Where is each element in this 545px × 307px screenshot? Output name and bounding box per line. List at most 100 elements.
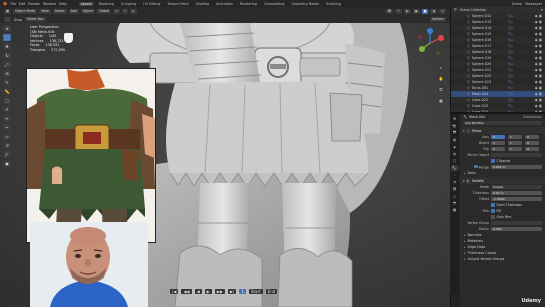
fill-checkbox[interactable] <box>491 209 495 213</box>
shear-tool-icon[interactable]: ▱ <box>3 133 11 140</box>
workspace-tab-shading[interactable]: Shading <box>194 2 211 6</box>
jump-keyframe-back-button[interactable]: ◀◀ <box>181 289 192 294</box>
knife-tool-icon[interactable]: ✂ <box>3 124 11 131</box>
overlay-toggle-icon[interactable]: ◐ <box>403 9 411 14</box>
mirror-modifier-header[interactable]: ▾ ◫ Mirror <box>460 127 545 134</box>
physics-tab-icon[interactable]: ◔ <box>451 179 458 185</box>
vertex-group-field[interactable] <box>491 220 542 226</box>
menu-file[interactable]: File <box>10 2 16 6</box>
offset-field[interactable]: -1.0000 <box>491 196 542 202</box>
eye-visibility-icon[interactable]: ◉ ▣ <box>535 26 542 30</box>
properties-editor[interactable]: 🔧 Mesh.004 Subdivision Add Modifier ▾ ◫ … <box>460 114 545 307</box>
shading-solid-icon[interactable]: ● <box>421 9 429 14</box>
move-tool-icon[interactable]: ✥ <box>3 43 11 50</box>
material-tab-icon[interactable]: ◓ <box>451 200 458 206</box>
mirror-modifier-name[interactable]: Mirror <box>472 129 482 133</box>
merge-checkbox[interactable] <box>474 164 478 169</box>
outliner-object-name[interactable]: Sphere.016 <box>472 38 506 42</box>
current-frame-field[interactable]: 1 <box>239 289 246 294</box>
flip-z-toggle[interactable]: Z <box>525 146 539 152</box>
eye-visibility-icon[interactable]: ◉ ▣ <box>535 68 542 72</box>
3d-viewport[interactable]: User Perspective (38) Mesh.004 Objects 1… <box>0 23 450 307</box>
modifier-indicator-icon[interactable]: ▽◇ <box>508 50 513 54</box>
menu-edit[interactable]: Edit <box>19 2 25 6</box>
play-button[interactable]: ▶ <box>204 289 212 294</box>
start-frame-field[interactable]: Start <box>248 289 263 294</box>
modifier-indicator-icon[interactable]: ▽◇ <box>508 26 513 30</box>
eye-visibility-icon[interactable]: ◉ ▣ <box>535 80 542 84</box>
outliner-type-icon[interactable]: ☰ <box>454 8 457 12</box>
add-cube-tool-icon[interactable]: ◻ <box>3 97 11 104</box>
thickness-field[interactable]: 0.02 m <box>491 190 542 196</box>
eye-visibility-icon[interactable]: ◉ ▣ <box>535 86 542 90</box>
pan-hand-icon[interactable]: ✋ <box>437 74 445 82</box>
texture-tab-icon[interactable]: ▩ <box>451 207 458 213</box>
jump-end-button[interactable]: ▶| <box>227 289 237 294</box>
output-vertex-groups-subpanel[interactable]: ▸ Output Vertex Groups <box>460 256 545 262</box>
object-tab-icon[interactable]: ▢ <box>451 158 458 164</box>
bevel-tool-icon[interactable]: ◸ <box>3 151 11 158</box>
chevron-right-icon[interactable]: ▸ <box>464 171 466 175</box>
world-tab-icon[interactable]: ◍ <box>451 151 458 157</box>
even-thickness-checkbox[interactable] <box>491 203 495 207</box>
modifier-indicator-icon[interactable]: ▽◇ <box>508 56 513 60</box>
modifier-tab-icon[interactable]: 🔧 <box>451 165 458 171</box>
xray-toggle-icon[interactable]: ▣ <box>412 9 420 14</box>
eye-visibility-icon[interactable]: ◉ ▣ <box>535 50 542 54</box>
spin-tool-icon[interactable]: ↺ <box>3 142 11 149</box>
chevron-right-icon[interactable]: ▸ <box>464 245 466 249</box>
modifier-indicator-icon[interactable]: ▽◇ <box>508 68 513 72</box>
shading-rendered-icon[interactable]: ○ <box>439 9 446 14</box>
menu-help[interactable]: Help <box>59 2 67 6</box>
view-layer-tab-icon[interactable]: ▤ <box>451 137 458 143</box>
outliner[interactable]: ☰ Scene Collection ⏷ ▽ Sphere.012 ▽◇ ◉ ▣ ▽ Sp… <box>451 7 545 112</box>
outliner-object-name[interactable]: Sphere.019 <box>472 56 506 60</box>
shading-material-icon[interactable]: ◑ <box>430 9 438 14</box>
solidify-modifier-name[interactable]: Solidify <box>472 179 484 183</box>
chevron-down-icon[interactable]: ▾ <box>463 179 465 183</box>
merge-distance-field[interactable]: 0.001 m <box>491 164 542 170</box>
bisect-x-toggle[interactable]: X <box>491 140 505 146</box>
outliner-object-name[interactable]: Sphere.015 <box>472 32 506 36</box>
outliner-object-name[interactable]: Sphere.023 <box>472 80 506 84</box>
workspace-tab-texture-paint[interactable]: Texture Paint <box>165 2 190 6</box>
modifier-indicator-icon[interactable]: ▽◇ <box>508 32 513 36</box>
mode-dropdown[interactable]: Simple <box>491 184 542 190</box>
workspace-tab-modeling[interactable]: Modeling <box>97 2 116 6</box>
filter-icon[interactable]: ⏷ <box>540 8 545 12</box>
outliner-object-name[interactable]: Sphere.018 <box>472 50 506 54</box>
chevron-right-icon[interactable]: ▸ <box>464 239 466 243</box>
particles-tab-icon[interactable]: ∴ <box>451 172 458 178</box>
inset-tool-icon[interactable]: ▣ <box>3 160 11 167</box>
blender-logo-icon[interactable]: ◉ <box>3 1 7 7</box>
eye-visibility-icon[interactable]: ◉ ▣ <box>535 44 542 48</box>
menu-render[interactable]: Render <box>28 2 40 6</box>
bisect-y-toggle[interactable]: Y <box>508 140 522 146</box>
outliner-object-name[interactable]: Sphere.017 <box>472 44 506 48</box>
cursor-tool-icon[interactable]: ⊕ <box>3 25 11 32</box>
modifier-indicator-icon[interactable]: ▽◇ <box>508 86 513 90</box>
eye-visibility-icon[interactable]: ◉ ▣ <box>535 20 542 24</box>
outliner-object-name[interactable]: Cube.022 <box>472 98 506 102</box>
mirror-object-field[interactable] <box>491 152 542 158</box>
output-tab-icon[interactable]: 🖶 <box>451 130 458 136</box>
modifier-indicator-icon[interactable]: ▽◇ <box>508 44 513 48</box>
workspace-tab-animation[interactable]: Animation <box>214 2 235 6</box>
transform-orientation-dropdown[interactable]: Global <box>97 9 112 14</box>
outliner-object-name[interactable]: Sphere.014 <box>472 26 506 30</box>
modifier-indicator-icon[interactable]: ▽◇ <box>508 98 513 102</box>
select-box-tool-icon[interactable]: ⬚ <box>3 34 11 41</box>
navigation-gizmo[interactable] <box>414 27 446 59</box>
outliner-object-name[interactable]: Cube.023 <box>472 104 506 108</box>
reference-image[interactable] <box>26 68 156 243</box>
eye-visibility-icon[interactable]: ◉ ▣ <box>535 104 542 108</box>
eye-visibility-icon[interactable]: ◉ ▣ <box>535 98 542 102</box>
scale-tool-icon[interactable]: ⤢ <box>3 61 11 68</box>
select-mode-icon[interactable]: ⬚ <box>4 17 12 22</box>
modifier-indicator-icon[interactable]: ▽◇ <box>508 20 513 24</box>
workspace-tab-compositing[interactable]: Compositing <box>262 2 287 6</box>
scene-selector[interactable]: Scene <box>512 2 522 6</box>
modifier-indicator-icon[interactable]: ▽◇ <box>508 74 513 78</box>
jump-keyframe-forward-button[interactable]: ▶▶ <box>214 289 225 294</box>
eye-visibility-icon[interactable]: ◉ ▣ <box>535 14 542 18</box>
